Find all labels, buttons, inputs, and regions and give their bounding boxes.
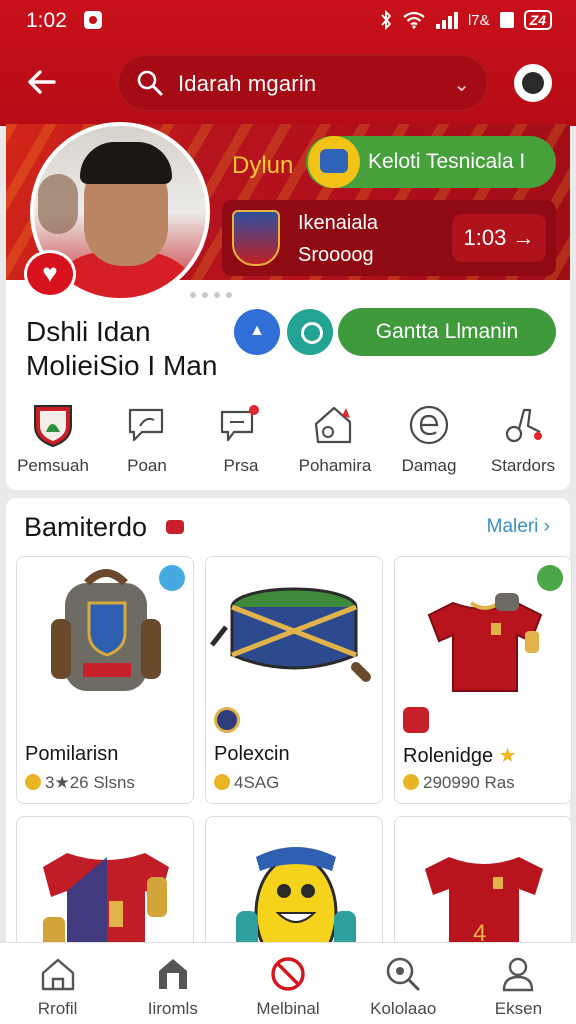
player-name-line1: Dshli Idan: [26, 316, 151, 347]
item-price: 4SAG: [214, 773, 279, 793]
nav-item-active[interactable]: Melbinal: [230, 943, 345, 1024]
item-price-value: 4SAG: [234, 773, 280, 792]
quick-action-3[interactable]: Prsa: [194, 398, 288, 478]
item-name: Polexcin: [214, 743, 290, 765]
quick-action-label: Poan: [127, 456, 167, 475]
home-icon: [314, 406, 352, 444]
nav-item-search[interactable]: Kololaao: [346, 943, 461, 1024]
item-name-text: Rolenidge: [403, 745, 494, 767]
hero-label: Dylun: [232, 152, 294, 179]
team-pill[interactable]: Keloti Tesnicala I: [306, 136, 556, 188]
item-price-value: 290990 Ras: [423, 773, 515, 792]
club-subtitle: Sroooog: [298, 244, 374, 266]
ban-icon: [271, 957, 305, 991]
section-tag-icon: [166, 520, 184, 534]
share-button[interactable]: [234, 309, 280, 355]
bluetooth-icon: [381, 10, 392, 30]
team-pill-label: Keloti Tesnicala I: [368, 150, 526, 173]
wifi-icon: [403, 11, 425, 29]
status-bar: 1:02 l7& Z4: [0, 0, 576, 44]
nav-label: Melbinal: [256, 999, 320, 1018]
nav-label: Kololaao: [370, 999, 437, 1018]
quick-action-label: Stardors: [490, 456, 556, 475]
nav-item-profile[interactable]: Rrofil: [0, 943, 115, 1024]
message-icon: [220, 405, 259, 442]
nav-label: Iiromls: [147, 999, 198, 1018]
item-card[interactable]: Polexcin 4SAG: [205, 556, 383, 804]
status-time: 1:02: [26, 9, 67, 32]
nav-item-home[interactable]: Iiromls: [115, 943, 230, 1024]
badge-icon: [537, 565, 563, 591]
quick-action-1[interactable]: Pemsuah: [6, 398, 100, 478]
coin-icon: [214, 774, 230, 790]
mini-badge-icon: [214, 707, 240, 733]
nav-label: Eksen: [494, 999, 543, 1018]
quick-action-label: Prsa: [223, 456, 259, 475]
club-crest-icon: [232, 210, 280, 266]
mini-badge-icon: [403, 707, 429, 733]
user-icon: [503, 957, 534, 992]
see-more-label: Maleri: [486, 516, 539, 537]
profile-card: Dshli Idan MolieiSio I Man Gantta Llmani…: [6, 280, 570, 490]
quick-action-label: Pohamira: [298, 456, 372, 475]
heart-badge-icon[interactable]: ♥: [24, 250, 76, 298]
team-emblem-icon: [308, 136, 360, 188]
e-circle-icon: [409, 405, 449, 445]
bottom-nav: Rrofil Iiromls Melbinal Kololaao Eksen: [0, 942, 576, 1024]
item-name: Pomilarisn: [25, 743, 119, 765]
see-more-link[interactable]: Maleri ›: [487, 516, 550, 538]
timer-button[interactable]: 1:03 →: [452, 214, 546, 262]
item-price: 290990 Ras: [403, 773, 515, 793]
crest-icon: [34, 405, 72, 448]
badge-icon: [159, 565, 185, 591]
search-icon: [137, 70, 163, 96]
back-arrow-icon[interactable]: [26, 66, 58, 98]
item-card[interactable]: Rolenidge ★ 290990 Ras: [394, 556, 572, 804]
player-name-line2: MolieiSio I Man: [26, 350, 218, 381]
quick-action-5[interactable]: Damag: [382, 398, 476, 478]
search-input[interactable]: Idarah mgarin: [178, 71, 316, 97]
quick-action-label: Pemsuah: [17, 456, 89, 475]
quick-actions: Pemsuah Poan Prsa Pohamira Damag Stardor…: [6, 398, 570, 478]
club-name: Ikenaiala: [298, 212, 379, 234]
coin-icon: [25, 774, 41, 790]
drum-icon: [210, 587, 371, 682]
signal-icon: [435, 11, 458, 29]
top-header: 1:02 l7& Z4 Idarah mgarin ⌄: [0, 0, 576, 126]
club-box[interactable]: Ikenaiala Sroooog 1:03 →: [222, 200, 556, 276]
status-icons: l7& Z4: [380, 10, 552, 30]
building-icon: [158, 959, 187, 989]
quick-action-label: Damag: [401, 456, 457, 475]
item-price-value: 3★26 Slsns: [45, 773, 135, 792]
section-title: Bamiterdo: [24, 512, 148, 542]
nav-item-account[interactable]: Eksen: [461, 943, 576, 1024]
coin-icon: [403, 774, 419, 790]
settings-gear-icon[interactable]: [514, 64, 552, 102]
star-icon: ★: [498, 745, 517, 767]
primary-cta-button[interactable]: Gantta Llmanin: [338, 308, 556, 356]
notification-icon: [84, 11, 102, 29]
chat-button[interactable]: [287, 309, 333, 355]
quick-action-2[interactable]: Poan: [100, 398, 194, 478]
quick-action-4[interactable]: Pohamira: [288, 398, 382, 478]
home-icon: [41, 958, 74, 991]
chevron-icon[interactable]: ⌄: [453, 72, 470, 97]
chat-icon: [128, 408, 164, 442]
quick-action-6[interactable]: Stardors: [476, 398, 570, 478]
search-bar[interactable]: Idarah mgarin ⌄: [118, 55, 488, 111]
nav-label: Rrofil: [37, 999, 78, 1018]
item-price: 3★26 Slsns: [25, 773, 135, 793]
battery-saver-icon: [499, 12, 514, 28]
search-icon: [386, 957, 420, 991]
signal-text-icon: l7&: [467, 11, 490, 29]
item-name: Rolenidge ★: [403, 743, 517, 768]
battery-icon: Z4: [523, 10, 552, 30]
whistle-icon: [505, 408, 542, 443]
item-card[interactable]: Pomilarisn 3★26 Slsns: [16, 556, 194, 804]
